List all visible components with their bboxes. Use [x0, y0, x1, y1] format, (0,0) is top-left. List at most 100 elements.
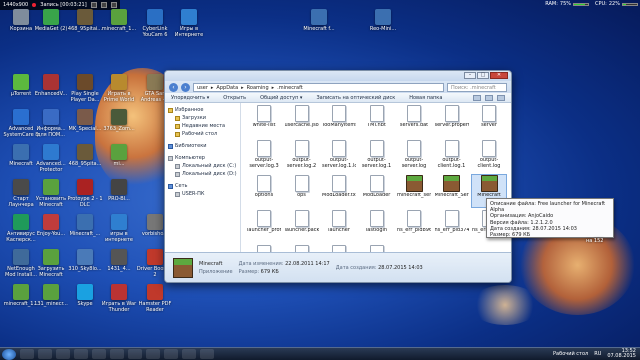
taskbar-app-icon[interactable] — [56, 349, 70, 359]
open-button[interactable]: Открыть — [223, 95, 246, 101]
clock[interactable]: 13:52 07.08.2015 — [607, 348, 636, 360]
desktop-shortcut[interactable]: Играть в War Thunder — [100, 284, 138, 316]
breadcrumb-item[interactable]: AppData — [216, 84, 238, 91]
file-item[interactable]: launcher_profiles.json — [247, 210, 281, 242]
search-input[interactable]: Поиск: .minecraft — [447, 82, 507, 92]
nav-item[interactable]: Сеть — [165, 182, 240, 190]
nav-item[interactable]: Загрузки — [165, 114, 240, 122]
desktop-shortcut[interactable]: Reo-Mini... — [364, 9, 402, 41]
show-desktop-label[interactable]: Рабочий стол — [553, 351, 588, 357]
file-item[interactable]: server — [472, 105, 506, 137]
desktop-shortcut[interactable]: Play Single Player Da... — [66, 74, 104, 106]
desktop-shortcut[interactable]: 131_minecr... — [32, 284, 70, 316]
nav-item[interactable]: Недавние места — [165, 122, 240, 130]
file-item[interactable]: usercache.json — [285, 105, 319, 137]
desktop-shortcut[interactable]: Advanced... Protector — [32, 144, 70, 176]
desktop-shortcut[interactable]: Protoype 2 - 1 DLC — [66, 179, 104, 211]
desktop-shortcut[interactable]: Hamster PDF Reader — [136, 284, 174, 316]
taskbar-app-icon[interactable] — [128, 349, 142, 359]
file-item[interactable]: output-server.log.3 — [247, 140, 281, 172]
desktop-shortcut[interactable]: MediaGet (2) — [32, 9, 70, 41]
breadcrumb-item[interactable]: user — [197, 84, 208, 91]
preview-pane-icon[interactable] — [485, 94, 493, 101]
new-folder-button[interactable]: Новая папка — [409, 95, 442, 101]
nav-item[interactable]: USER-ПК — [165, 190, 240, 198]
file-item[interactable]: TMI.nbt — [360, 105, 394, 137]
file-item[interactable]: servers.dat — [397, 105, 431, 137]
desktop-shortcut[interactable]: 3763_Zom... — [100, 109, 138, 141]
file-item[interactable]: output-client.log — [472, 140, 506, 172]
desktop-shortcut[interactable]: Enjoy-You... — [32, 214, 70, 246]
recorder-stop-button[interactable] — [100, 2, 107, 8]
desktop-shortcut[interactable]: Загрузить Minecraft — [32, 249, 70, 281]
desktop-shortcut[interactable]: PRO-Bl... — [100, 179, 138, 211]
minimize-button[interactable]: – — [464, 72, 476, 79]
window-titlebar[interactable]: – □ ✕ — [165, 71, 511, 81]
address-bar[interactable]: user ▸ AppData ▸ Roaming ▸ .minecraft — [193, 82, 444, 92]
desktop-shortcut[interactable]: CyberLink YouCam 6 — [136, 9, 174, 41]
view-options-icon[interactable] — [473, 94, 481, 101]
file-item[interactable]: white-list — [247, 105, 281, 137]
breadcrumb-item[interactable]: .minecraft — [277, 84, 303, 91]
file-item[interactable]: launcher — [322, 210, 356, 242]
close-button[interactable]: ✕ — [490, 72, 508, 79]
taskbar-app-icon[interactable] — [146, 349, 160, 359]
desktop-shortcut[interactable]: Minecraft_... — [66, 214, 104, 246]
file-item[interactable]: ModLoader — [360, 175, 394, 207]
desktop-shortcut[interactable]: Minecraft f... — [300, 9, 338, 41]
desktop-shortcut[interactable]: Информа... для ПОМ... — [32, 109, 70, 141]
help-icon[interactable] — [497, 94, 505, 101]
nav-item[interactable]: Локальный диск (C:) — [165, 162, 240, 170]
file-item[interactable]: Minecraft_Server — [435, 175, 469, 207]
file-item[interactable]: TooManyItems — [322, 105, 356, 137]
desktop-shortcut[interactable]: Skype — [66, 284, 104, 316]
file-item[interactable]: hs_err_pid3740 — [435, 210, 469, 242]
nav-item[interactable]: Локальный диск (D:) — [165, 170, 240, 178]
file-item[interactable]: output-server.log.1.lck — [322, 140, 356, 172]
desktop-shortcut[interactable]: MK_Special... — [66, 109, 104, 141]
desktop-shortcut[interactable]: minecraft_1... — [100, 9, 138, 41]
file-item[interactable]: ops — [285, 175, 319, 207]
taskbar-app-icon[interactable] — [110, 349, 124, 359]
language-indicator[interactable]: RU — [594, 351, 601, 357]
forward-arrow-icon[interactable]: › — [181, 82, 190, 92]
taskbar-app-icon[interactable] — [182, 349, 196, 359]
taskbar-app-icon[interactable] — [200, 349, 214, 359]
desktop-shortcut[interactable]: 468_95pitai... — [66, 9, 104, 41]
desktop-shortcut[interactable]: 468_95pita... — [66, 144, 104, 176]
nav-item[interactable]: Компьютер — [165, 154, 240, 162]
taskbar-app-icon[interactable] — [164, 349, 178, 359]
desktop-shortcut[interactable]: Играть в Prime World — [100, 74, 138, 106]
file-item[interactable]: hs_err_pid896 — [397, 210, 431, 242]
nav-item[interactable]: Библиотеки — [165, 142, 240, 150]
file-item[interactable]: server.properties — [435, 105, 469, 137]
file-item[interactable]: launcher.pack.lzma — [285, 210, 319, 242]
desktop-shortcut[interactable]: игры в интернете — [100, 214, 138, 246]
taskbar-app-icon[interactable] — [92, 349, 106, 359]
desktop-shortcut[interactable]: 310_Sky8lo... — [66, 249, 104, 281]
file-item[interactable]: lastlogin — [360, 210, 394, 242]
file-item[interactable]: output-server.log — [397, 140, 431, 172]
recorder-camera-button[interactable] — [110, 2, 117, 8]
file-item[interactable]: ModLoader.txt.1 — [322, 175, 356, 207]
file-item[interactable]: output-server.log.1 — [360, 140, 394, 172]
desktop-shortcut[interactable]: EnhancedV... — [32, 74, 70, 106]
file-item[interactable]: options — [247, 175, 281, 207]
back-arrow-icon[interactable]: ‹ — [169, 82, 178, 92]
burn-button[interactable]: Записать на оптический диск — [316, 95, 395, 101]
share-button[interactable]: Общий доступ ▾ — [260, 95, 302, 101]
file-item[interactable]: output-client.log.1 — [435, 140, 469, 172]
start-button[interactable] — [2, 348, 16, 360]
recorder-pause-button[interactable] — [90, 2, 97, 8]
taskbar-app-icon[interactable] — [38, 349, 52, 359]
breadcrumb-item[interactable]: Roaming — [247, 84, 269, 91]
desktop-shortcut[interactable]: Игры в Интернете — [170, 9, 208, 41]
desktop-shortcut[interactable]: Установить Minecraft — [32, 179, 70, 211]
nav-item[interactable]: Избранное — [165, 106, 240, 114]
file-item[interactable]: output-server.log.2 — [285, 140, 319, 172]
organize-button[interactable]: Упорядочить ▾ — [171, 95, 209, 101]
taskbar-app-icon[interactable] — [20, 349, 34, 359]
desktop-shortcut[interactable]: 1431_4... — [100, 249, 138, 281]
file-item[interactable]: minecraft_server — [397, 175, 431, 207]
desktop-shortcut[interactable]: mi... — [100, 144, 138, 176]
